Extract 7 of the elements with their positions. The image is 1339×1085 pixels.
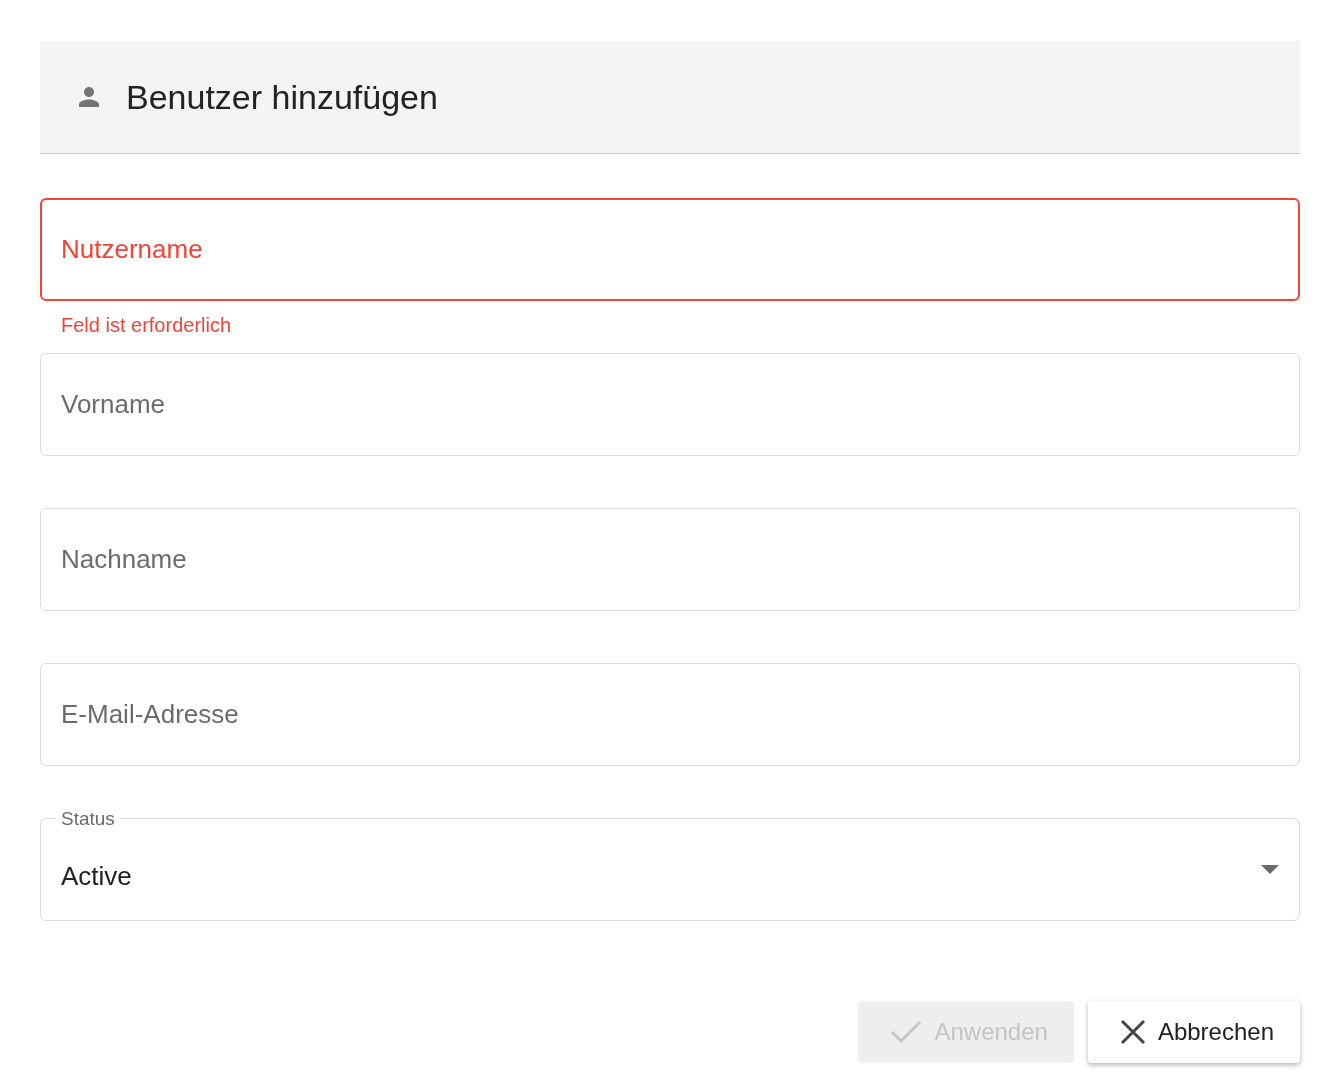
error-message: Feld ist erforderlich — [61, 314, 232, 337]
caret-icon — [1261, 865, 1279, 874]
dialog-title: Benutzer hinzufügen — [126, 77, 438, 117]
input-field[interactable]: Nutzername — [40, 198, 1300, 301]
check-icon — [890, 1020, 923, 1044]
cancel-button[interactable]: Abbrechen — [1087, 1001, 1300, 1063]
close-icon — [1119, 1019, 1146, 1045]
